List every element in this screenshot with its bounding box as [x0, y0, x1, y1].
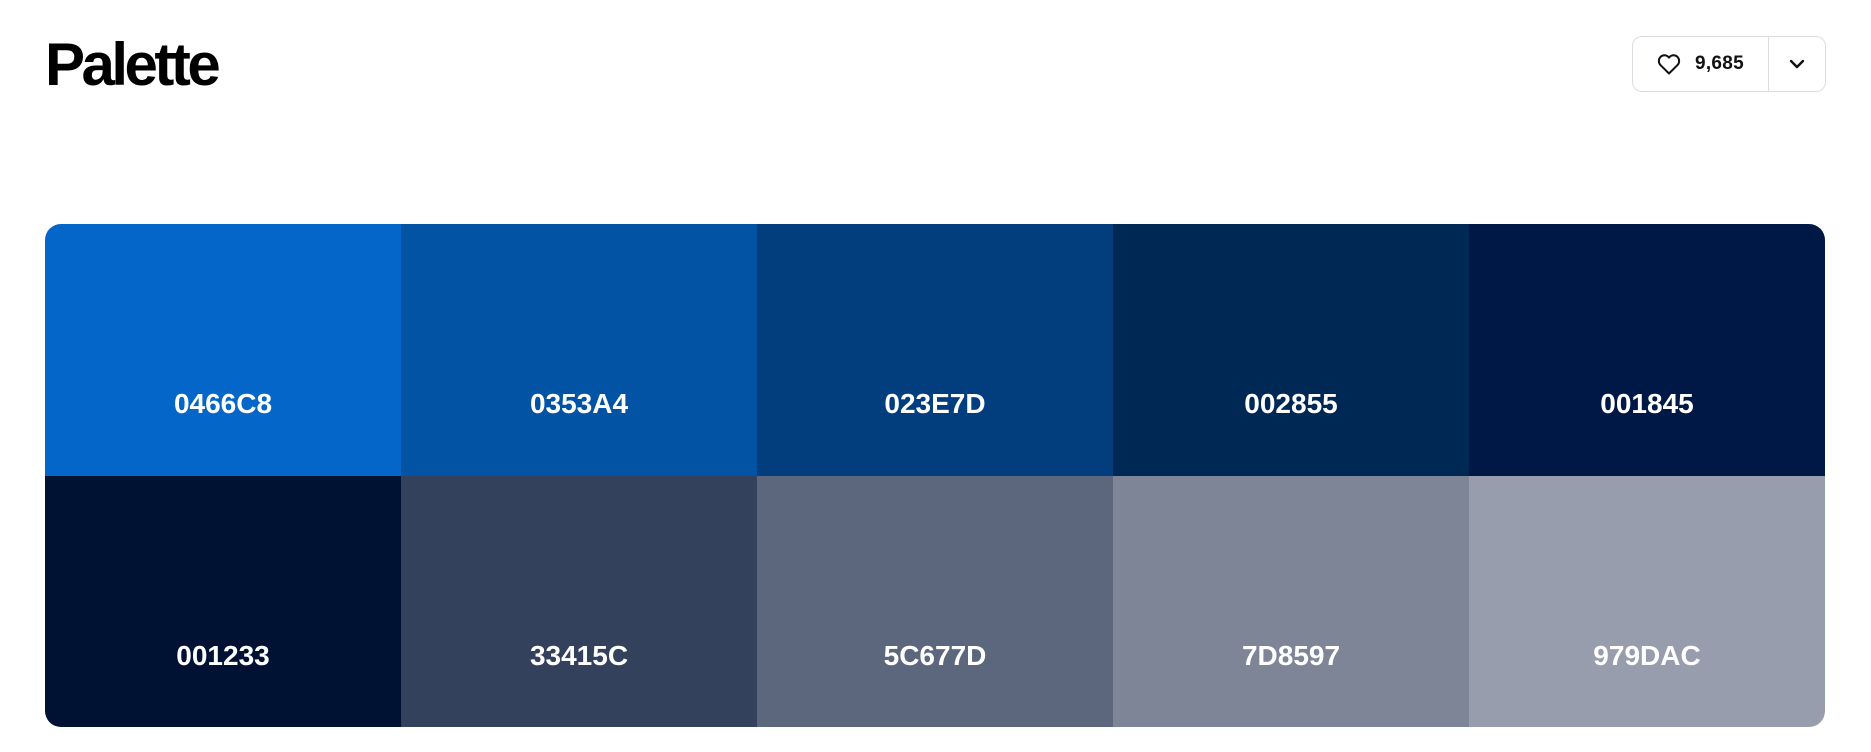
swatch-hex-code: 7D8597 — [1241, 639, 1341, 671]
color-swatch[interactable]: 002855 — [1113, 224, 1469, 476]
color-swatch[interactable]: 0353A4 — [401, 224, 757, 476]
chevron-down-icon — [1789, 59, 1805, 69]
color-swatch[interactable]: 001845 — [1469, 224, 1825, 476]
palette-grid: 0466C8 0353A4 023E7D 002855 001845 00123… — [45, 224, 1825, 727]
page-title: Palette — [45, 31, 221, 98]
swatch-hex-code: 001233 — [176, 639, 270, 671]
color-swatch[interactable]: 33415C — [401, 475, 757, 727]
color-swatch[interactable]: 5C677D — [757, 475, 1113, 727]
like-options-dropdown-button[interactable] — [1769, 37, 1825, 91]
color-swatch[interactable]: 001233 — [45, 475, 401, 727]
like-count: 9,685 — [1694, 53, 1745, 74]
swatch-hex-code: 33415C — [529, 639, 629, 671]
swatch-hex-code: 023E7D — [884, 388, 986, 419]
swatch-hex-code: 0353A4 — [529, 388, 629, 419]
color-swatch[interactable]: 7D8597 — [1113, 475, 1469, 727]
swatch-hex-code: 001845 — [1600, 388, 1694, 419]
like-button-group: 9,685 — [1632, 36, 1826, 92]
swatch-hex-code: 979DAC — [1593, 639, 1701, 671]
like-button[interactable]: 9,685 — [1633, 37, 1769, 91]
swatch-hex-code: 002855 — [1244, 388, 1338, 419]
color-swatch[interactable]: 0466C8 — [45, 224, 401, 476]
swatch-hex-code: 0466C8 — [173, 388, 273, 419]
color-swatch[interactable]: 023E7D — [757, 224, 1113, 476]
swatch-hex-code: 5C677D — [883, 639, 987, 671]
color-swatch[interactable]: 979DAC — [1469, 475, 1825, 727]
heart-icon — [1657, 53, 1681, 75]
